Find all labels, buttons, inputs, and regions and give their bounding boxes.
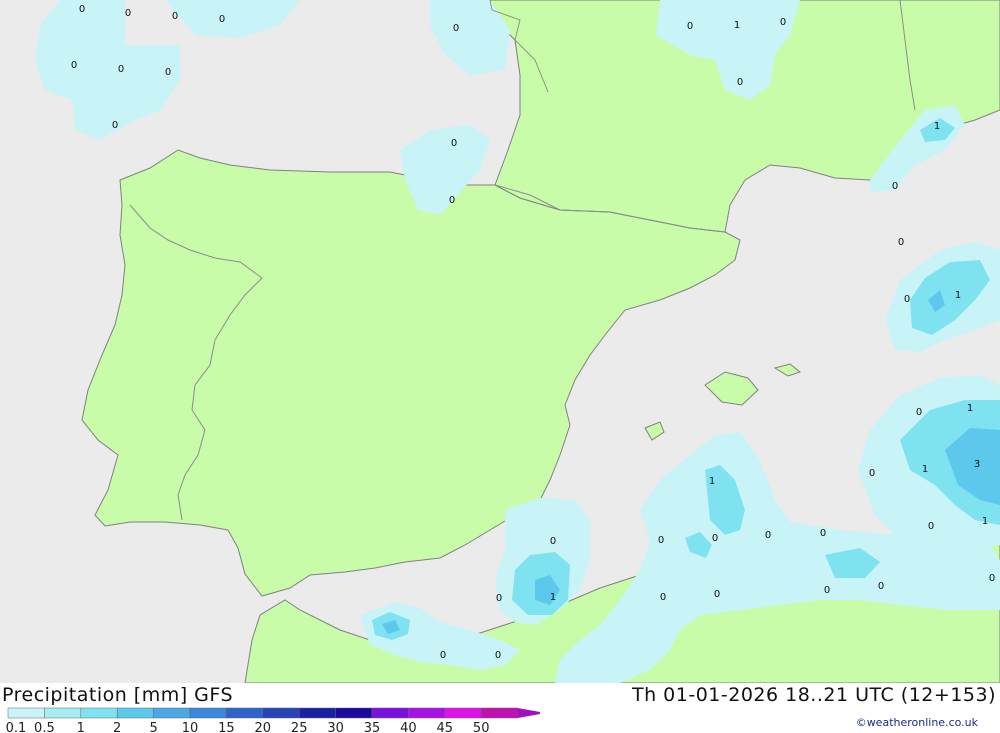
point-value-label: 0 — [219, 14, 225, 25]
colorbar-swatch — [335, 707, 373, 719]
precipitation-map: 0 0 0 0 0 0 0 0 0 0 0 0 1 0 0 1 0 0 1 0 1 0 1 3 1 0 1 0 0 0 0 0 1 0 0 0 0 0 0 0… — [0, 0, 1000, 683]
point-value-label: 0 — [869, 468, 875, 479]
colorbar-tick-label: 30 — [327, 721, 344, 733]
point-value-label: 0 — [660, 592, 666, 603]
point-value-label: 0 — [916, 407, 922, 418]
colorbar-tick-label: 50 — [473, 721, 490, 733]
colorbar-tick-label: 20 — [255, 721, 272, 733]
point-value-label: 0 — [550, 536, 556, 547]
colorbar-swatch — [116, 707, 154, 719]
point-value-label: 0 — [765, 530, 771, 541]
point-value-label: 0 — [928, 521, 934, 532]
point-value-label: 0 — [495, 650, 501, 661]
colorbar-arrow — [517, 708, 540, 718]
colorbar-swatch — [298, 707, 336, 719]
point-value-label: 0 — [820, 528, 826, 539]
point-value-label: 0 — [112, 120, 118, 131]
colorbar-tick-label: 15 — [218, 721, 235, 733]
point-value-label: 1 — [550, 592, 556, 603]
point-value-label: 0 — [892, 181, 898, 192]
colorbar-swatch — [480, 707, 518, 719]
point-value-label: 0 — [780, 17, 786, 28]
point-value-label: 0 — [878, 581, 884, 592]
colorbar-swatch — [189, 707, 227, 719]
point-value-label: 1 — [922, 464, 928, 475]
point-value-label: 0 — [737, 77, 743, 88]
point-value-label: 0 — [172, 11, 178, 22]
point-value-label: 0 — [440, 650, 446, 661]
colorbar-tick-label: 45 — [437, 721, 454, 733]
colorbar-swatches — [7, 707, 540, 719]
point-value-label: 1 — [955, 290, 961, 301]
credit-link[interactable]: ©weatheronline.co.uk — [856, 716, 978, 729]
legend-footer: Precipitation [mm] GFS Th 01-01-2026 18.… — [0, 683, 1000, 733]
colorbar-tick-label: 5 — [149, 721, 157, 733]
colorbar-labels: 0.1 0.5 1 2 5 10 15 20 25 30 35 40 45 50 — [6, 721, 490, 733]
colorbar-tick-label: 40 — [400, 721, 417, 733]
point-value-label: 0 — [453, 23, 459, 34]
point-value-label: 1 — [734, 20, 740, 31]
colorbar-swatch — [262, 707, 300, 719]
point-value-label: 0 — [714, 589, 720, 600]
point-value-label: 0 — [658, 535, 664, 546]
colorbar-tick-label: 1 — [77, 721, 85, 733]
colorbar-swatch — [44, 707, 82, 719]
point-value-label: 0 — [898, 237, 904, 248]
colorbar: 0.1 0.5 1 2 5 10 15 20 25 30 35 40 45 50 — [6, 707, 540, 733]
point-value-label: 0 — [71, 60, 77, 71]
colorbar-swatch — [444, 707, 482, 719]
colorbar-tick-label: 10 — [182, 721, 199, 733]
point-value-label: 0 — [451, 138, 457, 149]
point-value-label: 0 — [824, 585, 830, 596]
point-value-label: 1 — [709, 476, 715, 487]
point-value-label: 0 — [165, 67, 171, 78]
colorbar-tick-label: 0.1 — [6, 721, 27, 733]
point-value-label: 1 — [982, 516, 988, 527]
colorbar-tick-label: 0.5 — [34, 721, 55, 733]
point-value-label: 0 — [904, 294, 910, 305]
colorbar-swatch — [226, 707, 264, 719]
colorbar-swatch — [7, 707, 45, 719]
point-value-label: 0 — [125, 8, 131, 19]
colorbar-swatch — [408, 707, 446, 719]
point-value-label: 0 — [449, 195, 455, 206]
colorbar-swatch — [371, 707, 409, 719]
point-value-label: 0 — [79, 4, 85, 15]
point-value-label: 0 — [712, 533, 718, 544]
point-value-label: 0 — [989, 573, 995, 584]
colorbar-tick-label: 35 — [364, 721, 381, 733]
colorbar-tick-label: 2 — [113, 721, 121, 733]
point-value-label: 1 — [934, 121, 940, 132]
point-value-label: 3 — [974, 459, 980, 470]
forecast-time: Th 01-01-2026 18..21 UTC (12+153) — [631, 684, 996, 706]
point-value-label: 1 — [967, 403, 973, 414]
point-value-label: 0 — [496, 593, 502, 604]
colorbar-swatch — [80, 707, 118, 719]
colorbar-swatch — [153, 707, 191, 719]
point-value-label: 0 — [687, 21, 693, 32]
colorbar-tick-label: 25 — [291, 721, 308, 733]
point-value-label: 0 — [118, 64, 124, 75]
